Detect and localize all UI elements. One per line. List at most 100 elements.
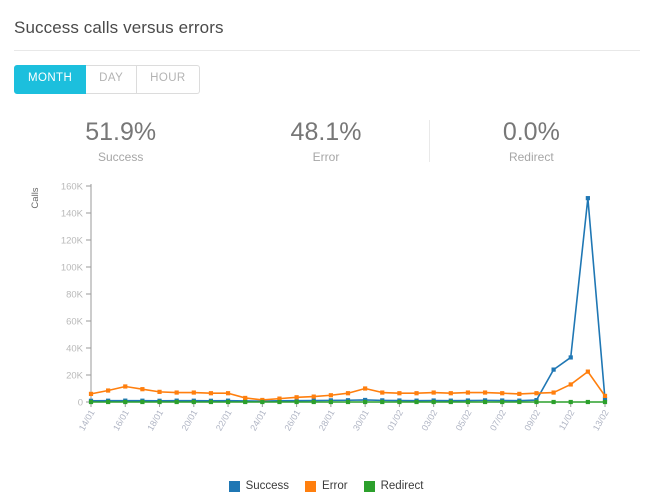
data-point — [140, 387, 145, 392]
y-tick-label: 60K — [66, 317, 84, 328]
series-success — [88, 196, 608, 404]
data-point — [363, 386, 368, 391]
data-point — [328, 393, 333, 398]
data-point — [260, 400, 265, 405]
stat-error: 48.1% Error — [223, 118, 428, 165]
range-button-hour[interactable]: HOUR — [137, 65, 200, 94]
success-calls-versus-errors-panel: Success calls versus errors MONTH DAY HO… — [0, 0, 652, 500]
data-point — [311, 400, 316, 405]
data-point — [534, 400, 539, 405]
legend-label-error: Error — [322, 480, 348, 493]
stat-success-value: 51.9% — [85, 117, 157, 146]
data-point — [380, 400, 385, 405]
legend-item-redirect[interactable]: Redirect — [363, 480, 424, 493]
data-point — [602, 394, 608, 399]
x-tick-label: 30/01 — [351, 408, 371, 433]
x-tick-label: 03/02 — [419, 408, 439, 433]
line-chart: 0 20K 40K 60K 80K 100K 120K 140K 160K Calls 14/01 1… — [0, 178, 652, 478]
y-tick-label: 20K — [66, 371, 84, 382]
data-point — [363, 400, 368, 405]
data-point — [123, 400, 128, 405]
data-point — [568, 400, 573, 405]
y-tick-label: 140K — [61, 209, 84, 220]
data-point — [191, 390, 196, 395]
x-tick-label: 11/02 — [557, 408, 577, 432]
y-tick-label: 100K — [61, 263, 84, 274]
data-point — [465, 390, 471, 395]
x-tick-label: 16/01 — [111, 408, 131, 433]
x-tick-label: 13/02 — [591, 408, 611, 433]
data-point — [106, 400, 111, 405]
data-point — [277, 400, 282, 405]
x-tick-label: 24/01 — [248, 408, 268, 433]
data-point — [534, 391, 539, 396]
data-point — [208, 400, 214, 405]
data-point — [294, 400, 299, 405]
data-point — [397, 400, 402, 405]
data-point — [602, 400, 608, 405]
data-point — [585, 196, 590, 201]
data-point — [208, 391, 214, 396]
data-point — [465, 400, 471, 405]
summary-stats: 51.9% Success 48.1% Error 0.0% Redirect — [0, 118, 652, 165]
data-point — [243, 396, 248, 401]
data-point — [294, 395, 299, 400]
data-point — [431, 400, 436, 405]
data-point — [414, 400, 419, 405]
data-point — [414, 391, 419, 396]
data-point — [517, 392, 522, 397]
data-point — [585, 400, 590, 405]
data-point — [174, 390, 179, 395]
data-point — [380, 390, 385, 395]
range-button-month[interactable]: MONTH — [14, 65, 87, 94]
x-tick-label: 22/01 — [214, 408, 234, 433]
data-point — [517, 400, 522, 405]
data-point — [551, 367, 556, 372]
x-tick-label: 14/01 — [77, 408, 97, 433]
data-point — [174, 400, 179, 405]
data-point — [482, 390, 488, 395]
legend-item-error[interactable]: Error — [305, 480, 348, 492]
data-point — [551, 400, 556, 405]
x-tick-label: 05/02 — [454, 408, 474, 433]
y-tick-label: 160K — [61, 182, 84, 193]
legend-label-redirect: Redirect — [380, 480, 424, 493]
data-point — [123, 384, 128, 389]
time-range-button-group: MONTH DAY HOUR — [14, 65, 652, 94]
data-point — [225, 400, 231, 405]
data-point — [243, 400, 248, 405]
stat-redirect-label: Redirect — [508, 150, 554, 165]
data-point — [568, 382, 573, 387]
data-point — [397, 391, 402, 396]
y-tick-label: 40K — [66, 344, 84, 355]
stat-error-label: Error — [312, 150, 340, 165]
x-tick-label: 01/02 — [385, 408, 405, 433]
chart-canvas: 0 20K 40K 60K 80K 100K 120K 140K 160K Calls 14/01 1… — [30, 182, 611, 433]
data-point — [500, 391, 505, 396]
stat-redirect-value: 0.0% — [502, 117, 560, 146]
y-tick-label: 80K — [66, 290, 84, 301]
range-button-day[interactable]: DAY — [86, 65, 138, 94]
series-error — [88, 369, 608, 403]
title-divider — [14, 50, 640, 51]
legend-item-success[interactable]: Success — [228, 480, 289, 492]
data-point — [500, 400, 505, 405]
data-point — [157, 400, 162, 405]
data-point — [140, 400, 145, 405]
data-point — [88, 392, 94, 397]
page-title: Success calls versus errors — [14, 18, 224, 37]
data-point — [345, 391, 351, 396]
legend-swatch-error — [305, 480, 317, 492]
x-tick-label: 26/01 — [282, 408, 302, 433]
data-point — [448, 391, 453, 396]
x-tick-label: 28/01 — [317, 408, 337, 433]
x-tick-label: 20/01 — [180, 408, 200, 433]
data-point — [585, 369, 590, 374]
data-point — [568, 355, 573, 360]
x-tick-label: 07/02 — [488, 408, 508, 433]
data-point — [448, 400, 453, 405]
stat-error-value: 48.1% — [290, 117, 362, 146]
data-point — [191, 400, 196, 405]
y-axis-title: Calls — [30, 187, 41, 208]
y-tick-label: 0 — [78, 398, 83, 409]
